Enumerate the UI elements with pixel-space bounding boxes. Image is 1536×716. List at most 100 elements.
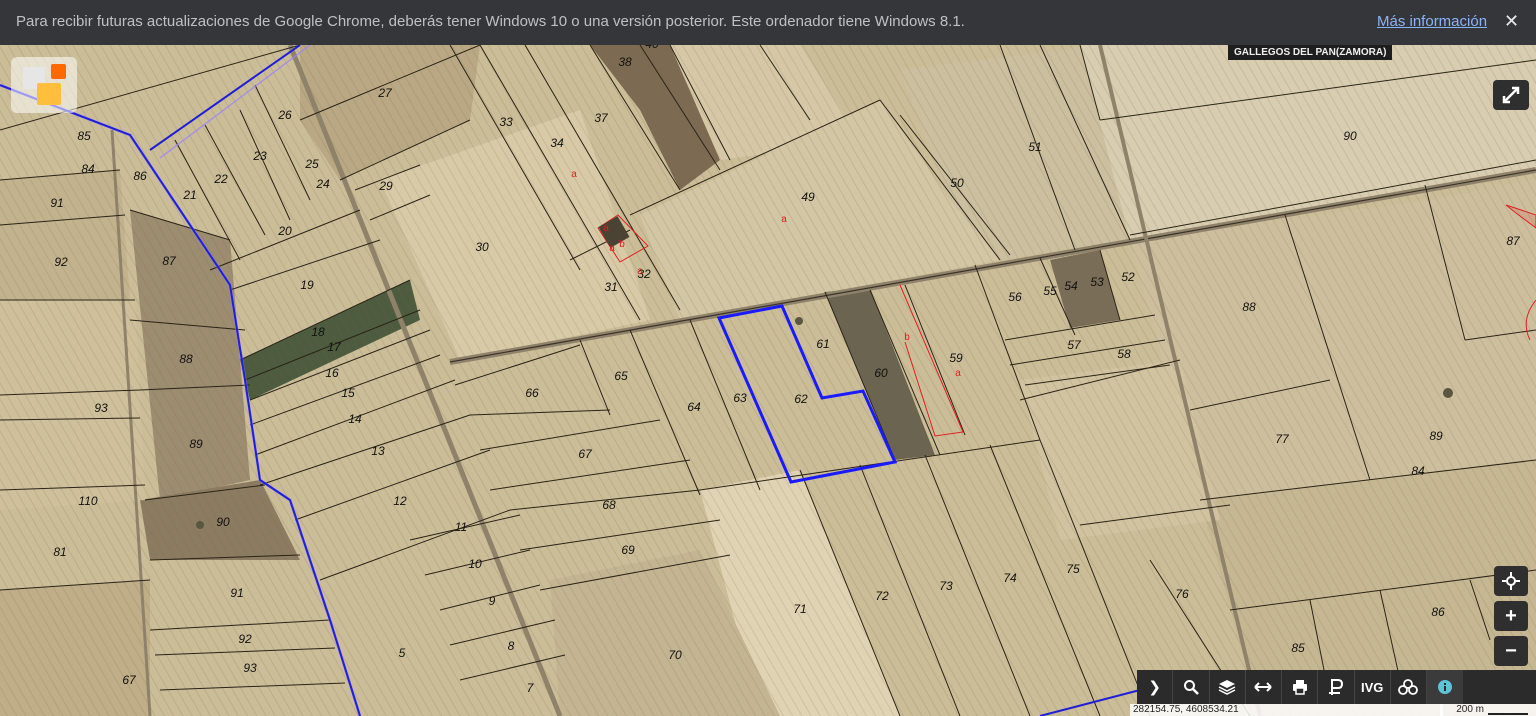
parcel-label: 15 xyxy=(341,386,355,400)
parcel-label: 60 xyxy=(874,366,888,380)
parcel-label: 33 xyxy=(499,115,513,129)
info-icon[interactable] xyxy=(1427,670,1464,704)
subparcel-letter: b xyxy=(904,332,910,343)
parcel-label: 64 xyxy=(687,400,701,414)
zoom-in-button[interactable]: + xyxy=(1494,601,1528,631)
parcel-label: 12 xyxy=(393,494,407,508)
parcel-label: 81 xyxy=(53,545,66,559)
parcel-label: 16 xyxy=(325,366,339,380)
ivg-icon[interactable]: IVG xyxy=(1355,670,1391,704)
parcel-label: 66 xyxy=(525,386,539,400)
parcel-label: 10 xyxy=(468,557,482,571)
search-icon[interactable] xyxy=(1173,670,1210,704)
parcel-label: 72 xyxy=(875,589,889,603)
parcel-label: 19 xyxy=(300,278,314,292)
parcel-icon[interactable] xyxy=(1318,670,1355,704)
browser-infobar: Para recibir futuras actualizaciones de … xyxy=(0,0,1536,45)
parcel-label: 53 xyxy=(1090,275,1104,289)
parcel-label: 27 xyxy=(377,86,393,100)
municipality-label: GALLEGOS DEL PAN(ZAMORA) xyxy=(1228,45,1393,60)
parcel-label: 9 xyxy=(489,594,496,608)
parcel-label: 91 xyxy=(50,196,63,210)
scale-label: 200 m xyxy=(1456,704,1484,715)
parcel-label: 29 xyxy=(378,179,393,193)
parcel-label: 84 xyxy=(1411,464,1425,478)
measure-icon[interactable] xyxy=(1246,670,1283,704)
parcel-label: 87 xyxy=(162,254,177,268)
parcel-label: 37 xyxy=(594,111,609,125)
parcel-label: 110 xyxy=(78,494,97,508)
parcel-label: 56 xyxy=(1008,290,1022,304)
map-toolbar: ❯ IVG xyxy=(1137,670,1536,704)
parcel-label: 85 xyxy=(77,129,91,143)
parcel-label: 31 xyxy=(604,280,617,294)
print-icon[interactable] xyxy=(1282,670,1319,704)
subparcel-letter: a xyxy=(603,223,609,234)
aerial-map[interactable]: 4038373433272625242322212019181716151413… xyxy=(0,45,1536,716)
parcel-label: 30 xyxy=(475,240,489,254)
parcel-label: 86 xyxy=(133,169,147,183)
parcel-label: 77 xyxy=(1275,432,1290,446)
parcel-label: 73 xyxy=(939,579,953,593)
layers-icon[interactable] xyxy=(1210,670,1246,704)
parcel-label: 25 xyxy=(304,157,319,171)
close-icon[interactable]: ✕ xyxy=(1504,11,1519,32)
parcel-label: 92 xyxy=(54,255,68,269)
parcel-label: 65 xyxy=(614,369,628,383)
parcel-label: 14 xyxy=(348,412,362,426)
parcel-label: 89 xyxy=(1429,429,1443,443)
coordinates-readout: 282154.75, 4608534.21 xyxy=(1130,704,1443,716)
subparcel-letter: a xyxy=(609,243,615,254)
subparcel-letter: a xyxy=(955,368,961,379)
parcel-label: 61 xyxy=(816,337,829,351)
parcel-label: 75 xyxy=(1066,562,1080,576)
parcel-label: 21 xyxy=(182,188,196,202)
parcel-label: 26 xyxy=(277,108,292,122)
parcel-label: 8 xyxy=(508,639,515,653)
parcel-label: 88 xyxy=(179,352,193,366)
parcel-label: 74 xyxy=(1003,571,1017,585)
share-icon[interactable] xyxy=(1391,670,1428,704)
parcel-label: 34 xyxy=(550,136,564,150)
parcel-label: 57 xyxy=(1067,338,1082,352)
parcel-label: 68 xyxy=(602,498,616,512)
parcel-label: 20 xyxy=(277,224,292,238)
parcel-label: 90 xyxy=(1343,129,1357,143)
subparcel-letter: a xyxy=(781,214,787,225)
app-logo[interactable] xyxy=(11,57,77,113)
parcel-label: 90 xyxy=(216,515,230,529)
subparcel-letter: a xyxy=(637,266,643,277)
parcel-label: 40 xyxy=(645,45,659,51)
parcel-label: 23 xyxy=(252,149,267,163)
expand-icon[interactable] xyxy=(1493,80,1529,110)
parcel-label: 18 xyxy=(311,325,325,339)
parcel-label: 13 xyxy=(371,444,385,458)
parcel-label: 84 xyxy=(81,162,95,176)
more-info-link[interactable]: Más información xyxy=(1377,13,1487,30)
parcel-label: 88 xyxy=(1242,300,1256,314)
parcel-label: 17 xyxy=(327,340,342,354)
parcel-label: 62 xyxy=(794,392,808,406)
parcel-label: 54 xyxy=(1064,279,1078,293)
parcel-label: 67 xyxy=(122,673,137,687)
crosshair-icon[interactable] xyxy=(1494,566,1528,596)
parcel-label: 67 xyxy=(578,447,593,461)
chevron-right-icon[interactable]: ❯ xyxy=(1137,670,1174,704)
parcel-label: 51 xyxy=(1028,140,1041,154)
parcel-label: 85 xyxy=(1291,641,1305,655)
parcel-label: 93 xyxy=(243,661,257,675)
parcel-label: 58 xyxy=(1117,347,1131,361)
parcel-label: 86 xyxy=(1431,605,1445,619)
parcel-label: 63 xyxy=(733,391,747,405)
parcel-label: 71 xyxy=(793,602,806,616)
parcel-label: 5 xyxy=(399,646,406,660)
parcel-label: 92 xyxy=(238,632,252,646)
parcel-label: 38 xyxy=(618,55,632,69)
subparcel-letter: a xyxy=(571,169,577,180)
map-canvas[interactable]: 4038373433272625242322212019181716151413… xyxy=(0,45,1536,716)
zoom-out-button[interactable]: − xyxy=(1494,636,1528,666)
parcel-label: 69 xyxy=(621,543,635,557)
parcel-label: 59 xyxy=(949,351,963,365)
parcel-label: 11 xyxy=(455,520,467,534)
parcel-label: 52 xyxy=(1121,270,1135,284)
